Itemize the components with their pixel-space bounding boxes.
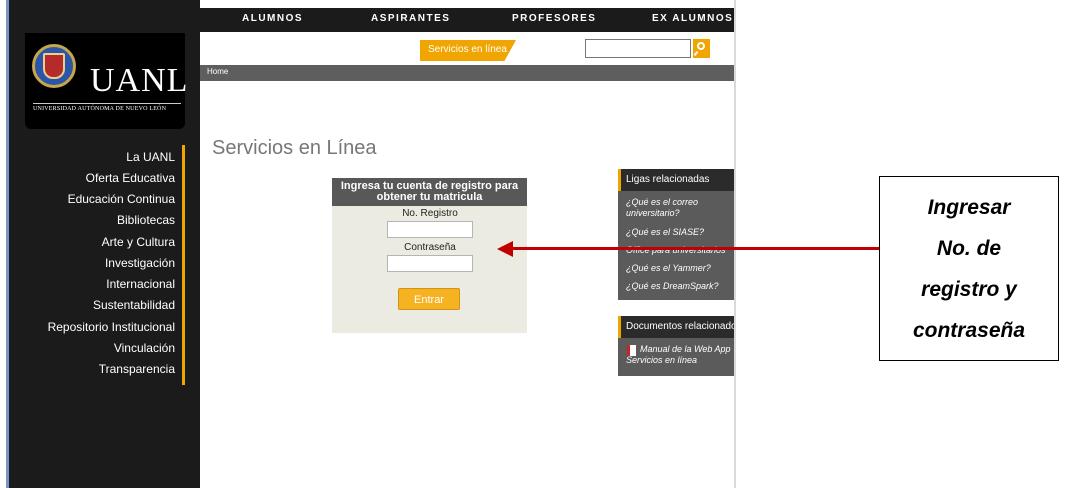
callout-line-3: registro y [921, 278, 1017, 301]
link-siase[interactable]: ¿Qué es el SIASE? [626, 227, 732, 238]
logo-divider [33, 103, 181, 104]
search-icon [697, 42, 705, 50]
related-links-accent [618, 169, 621, 191]
logo-text: UANL [90, 62, 189, 99]
enter-button[interactable]: Entrar [398, 288, 460, 310]
callout-line-1: Ingresar [927, 196, 1011, 219]
annotation-callout: Ingresar No. de registro y contraseña [879, 176, 1059, 361]
sidebar-item-sustentabilidad[interactable]: Sustentabilidad [93, 298, 175, 312]
sidebar-item-la-uanl[interactable]: La UANL [126, 150, 175, 164]
doc-manual-link-line2[interactable]: Servicios en línea [626, 355, 732, 366]
link-yammer[interactable]: ¿Qué es el Yammer? [626, 263, 732, 274]
sidebar-item-investigacion[interactable]: Investigación [105, 256, 175, 270]
callout-line-4: contraseña [912, 319, 1026, 342]
sidebar-item-transparencia[interactable]: Transparencia [99, 362, 175, 376]
services-tab-label: Servicios en línea [428, 44, 507, 55]
registro-label: No. Registro [402, 208, 458, 219]
top-nav-aspirantes[interactable]: ASPIRANTES [371, 13, 450, 24]
sidebar-item-repositorio[interactable]: Repositorio Institucional [48, 320, 175, 334]
sidebar-item-oferta-educativa[interactable]: Oferta Educativa [86, 171, 175, 185]
sidebar-item-internacional[interactable]: Internacional [106, 277, 175, 291]
top-nav-alumnos[interactable]: ALUMNOS [242, 13, 303, 24]
breadcrumb-home[interactable]: Home [207, 67, 228, 76]
page-edge [734, 0, 736, 488]
sidebar-item-vinculacion[interactable]: Vinculación [114, 341, 175, 355]
link-correo[interactable]: ¿Qué es el correo universitario? [626, 197, 732, 219]
sidebar-accent-bar [182, 145, 185, 385]
page-title: Servicios en Línea [212, 137, 377, 159]
top-nav-ex-alumnos[interactable]: EX ALUMNOS [652, 13, 733, 24]
related-links-title: Ligas relacionadas [626, 174, 710, 185]
annotation-arrowhead-icon [497, 241, 513, 257]
password-label: Contraseña [404, 242, 456, 253]
sidebar-item-educacion-continua[interactable]: Educación Continua [68, 192, 175, 206]
sidebar-item-bibliotecas[interactable]: Bibliotecas [117, 213, 175, 227]
related-docs-accent [618, 316, 621, 338]
login-heading-line2: obtener tu matricula [376, 191, 483, 203]
search-input[interactable] [585, 39, 691, 58]
logo-subtitle: UNIVERSIDAD AUTÓNOMA DE NUEVO LEÓN [33, 106, 167, 112]
top-nav-profesores[interactable]: PROFESORES [512, 13, 596, 24]
callout-line-2: No. de [936, 237, 1002, 260]
related-docs-title: Documentos relacionados [626, 321, 734, 332]
login-heading: Ingresa tu cuenta de registro para obten… [332, 178, 527, 206]
link-dreamspark[interactable]: ¿Qué es DreamSpark? [626, 281, 732, 292]
registro-field[interactable] [387, 221, 473, 238]
shield-icon [43, 53, 65, 79]
breadcrumb [200, 65, 734, 81]
sidebar-menu: La UANL Oferta Educativa Educación Conti… [9, 150, 175, 390]
annotation-arrow-line [512, 247, 880, 250]
sidebar-item-arte-y-cultura[interactable]: Arte y Cultura [102, 235, 175, 249]
doc-manual-link[interactable]: Manual de la Web App [640, 344, 734, 355]
password-field[interactable] [387, 255, 473, 272]
search-label: Buscar: [548, 44, 582, 55]
